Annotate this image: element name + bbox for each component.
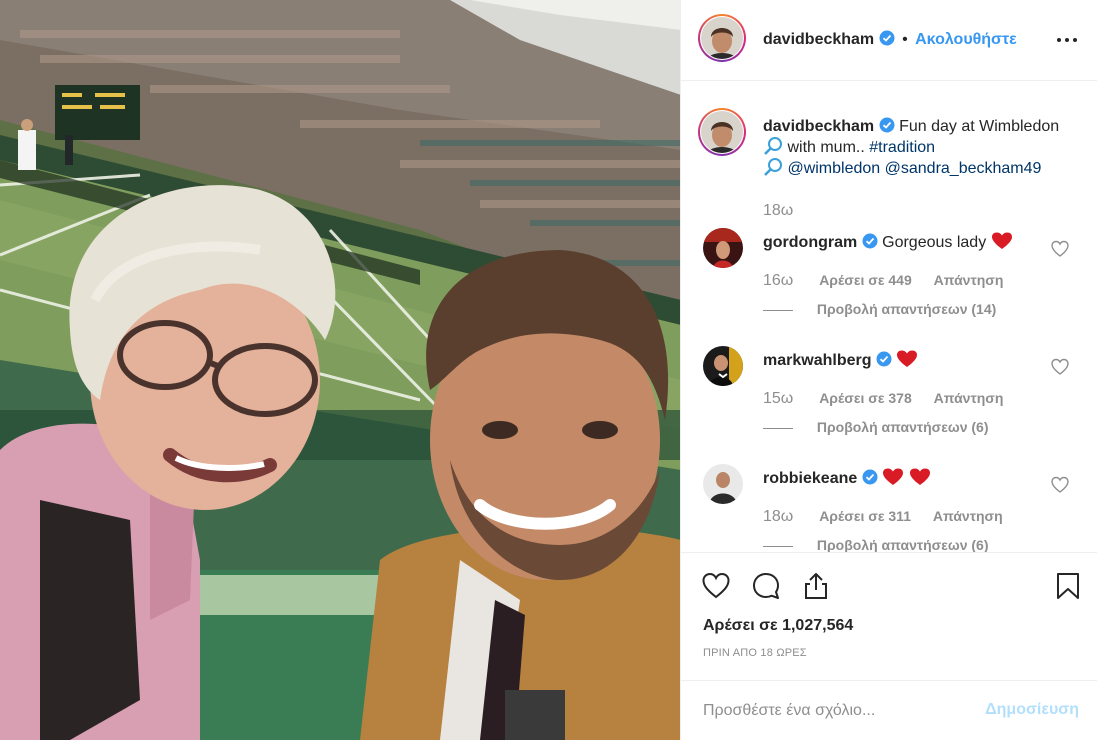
verified-icon xyxy=(862,233,878,249)
post-actions: Αρέσει σε 1,027,564 ΠΡΙΝ ΑΠΟ 18 ΩΡΕΣ xyxy=(681,552,1097,692)
view-replies-label: Προβολή απαντήσεων (14) xyxy=(816,301,997,317)
comment-text-row: gordongram Gorgeous lady xyxy=(763,232,1013,252)
heart-icon[interactable] xyxy=(701,571,731,601)
red-heart-emoji xyxy=(897,350,918,367)
avatar-image xyxy=(703,346,743,386)
header-username-row: davidbeckham • Ακολουθήστε xyxy=(763,30,1017,49)
header-username[interactable]: davidbeckham xyxy=(763,31,874,48)
comment-text-row: robbiekeane xyxy=(763,468,931,488)
comment-item: robbiekeane 18ω Αρέσει σε 311 Απάντηση Π… xyxy=(681,464,1097,552)
comment-text-row: markwahlberg xyxy=(763,350,918,370)
separator-dot: • xyxy=(902,31,908,48)
comment-username[interactable]: robbiekeane xyxy=(763,470,857,487)
mention-link[interactable]: @sandra_beckham49 xyxy=(885,160,1042,177)
caption-avatar[interactable] xyxy=(698,108,746,156)
red-heart-emoji xyxy=(883,468,904,485)
red-heart-emoji xyxy=(909,468,930,485)
caption-time: 18ω xyxy=(763,202,794,219)
view-replies-label: Προβολή απαντήσεων (6) xyxy=(816,419,989,435)
comment-item: markwahlberg 15ω Αρέσει σε 378 Απάντηση … xyxy=(681,346,1097,464)
replies-divider xyxy=(763,309,793,311)
heart-icon[interactable] xyxy=(1051,476,1069,494)
bookmark-icon[interactable] xyxy=(1053,571,1083,601)
commenter-avatar[interactable] xyxy=(703,464,743,504)
comment-icon[interactable] xyxy=(751,571,781,601)
caption-text: Fun day at Wimbledon xyxy=(899,118,1060,135)
caption-username[interactable]: davidbeckham xyxy=(763,118,874,135)
reply-button[interactable]: Απάντηση xyxy=(933,508,1003,524)
heart-icon[interactable] xyxy=(1051,240,1069,258)
comment-likes[interactable]: Αρέσει σε 378 xyxy=(819,390,912,406)
comment-text: Gorgeous lady xyxy=(882,234,987,251)
comment-time: 16ω xyxy=(763,272,794,289)
view-replies-button[interactable]: Προβολή απαντήσεων (14) xyxy=(763,301,996,317)
post-caption: davidbeckham Fun day at Wimbledon with m… xyxy=(763,116,1083,179)
view-replies-button[interactable]: Προβολή απαντήσεων (6) xyxy=(763,537,989,552)
post-photo[interactable] xyxy=(0,0,681,740)
reply-button[interactable]: Απάντηση xyxy=(934,390,1004,406)
commenter-avatar[interactable] xyxy=(703,346,743,386)
hashtag-link[interactable]: #tradition xyxy=(869,139,935,156)
view-replies-label: Προβολή απαντήσεων (6) xyxy=(816,537,989,552)
avatar-image xyxy=(703,464,743,504)
view-replies-button[interactable]: Προβολή απαντήσεων (6) xyxy=(763,419,989,435)
heart-icon[interactable] xyxy=(1051,358,1069,376)
comment-meta: 15ω Αρέσει σε 378 Απάντηση xyxy=(763,390,1021,408)
comment-composer: Δημοσίευση xyxy=(681,680,1097,740)
replies-divider xyxy=(763,545,793,547)
comment-username[interactable]: gordongram xyxy=(763,234,857,251)
avatar-image xyxy=(703,228,743,268)
commenter-avatar[interactable] xyxy=(703,228,743,268)
tennis-racket-icon xyxy=(764,137,782,155)
post-header: davidbeckham • Ακολουθήστε xyxy=(681,0,1097,81)
author-avatar[interactable] xyxy=(698,14,746,62)
post-timestamp: ΠΡΙΝ ΑΠΟ 18 ΩΡΕΣ xyxy=(703,647,807,659)
comment-meta: 18ω Αρέσει σε 311 Απάντηση xyxy=(763,508,1021,526)
tennis-racket-icon xyxy=(764,158,782,176)
photo-illustration xyxy=(0,0,680,740)
post-panel: davidbeckham • Ακολουθήστε davidbeckham … xyxy=(681,0,1097,740)
comment-input[interactable] xyxy=(703,699,963,723)
comment-likes[interactable]: Αρέσει σε 449 xyxy=(819,272,912,288)
avatar-image xyxy=(701,17,743,59)
follow-button[interactable]: Ακολουθήστε xyxy=(915,31,1017,48)
comments-list[interactable]: davidbeckham Fun day at Wimbledon with m… xyxy=(681,82,1097,552)
mention-link[interactable]: @wimbledon xyxy=(787,160,880,177)
caption-text-2: with mum.. xyxy=(787,139,865,156)
comment-time: 15ω xyxy=(763,390,794,407)
verified-icon xyxy=(862,469,878,485)
share-icon[interactable] xyxy=(801,571,831,601)
comment-likes[interactable]: Αρέσει σε 311 xyxy=(819,508,911,524)
verified-icon xyxy=(876,351,892,367)
verified-icon xyxy=(879,30,895,46)
red-heart-emoji xyxy=(991,232,1012,249)
avatar-image xyxy=(701,111,743,153)
comment-time: 18ω xyxy=(763,508,794,525)
post-comment-button[interactable]: Δημοσίευση xyxy=(985,701,1079,719)
replies-divider xyxy=(763,427,793,429)
reply-button[interactable]: Απάντηση xyxy=(934,272,1004,288)
verified-icon xyxy=(879,117,895,133)
comment-item: gordongram Gorgeous lady 16ω Αρέσει σε 4… xyxy=(681,228,1097,346)
comment-meta: 16ω Αρέσει σε 449 Απάντηση xyxy=(763,272,1021,290)
comment-username[interactable]: markwahlberg xyxy=(763,352,871,369)
more-options-icon[interactable] xyxy=(1053,30,1081,50)
likes-count[interactable]: Αρέσει σε 1,027,564 xyxy=(703,617,853,635)
